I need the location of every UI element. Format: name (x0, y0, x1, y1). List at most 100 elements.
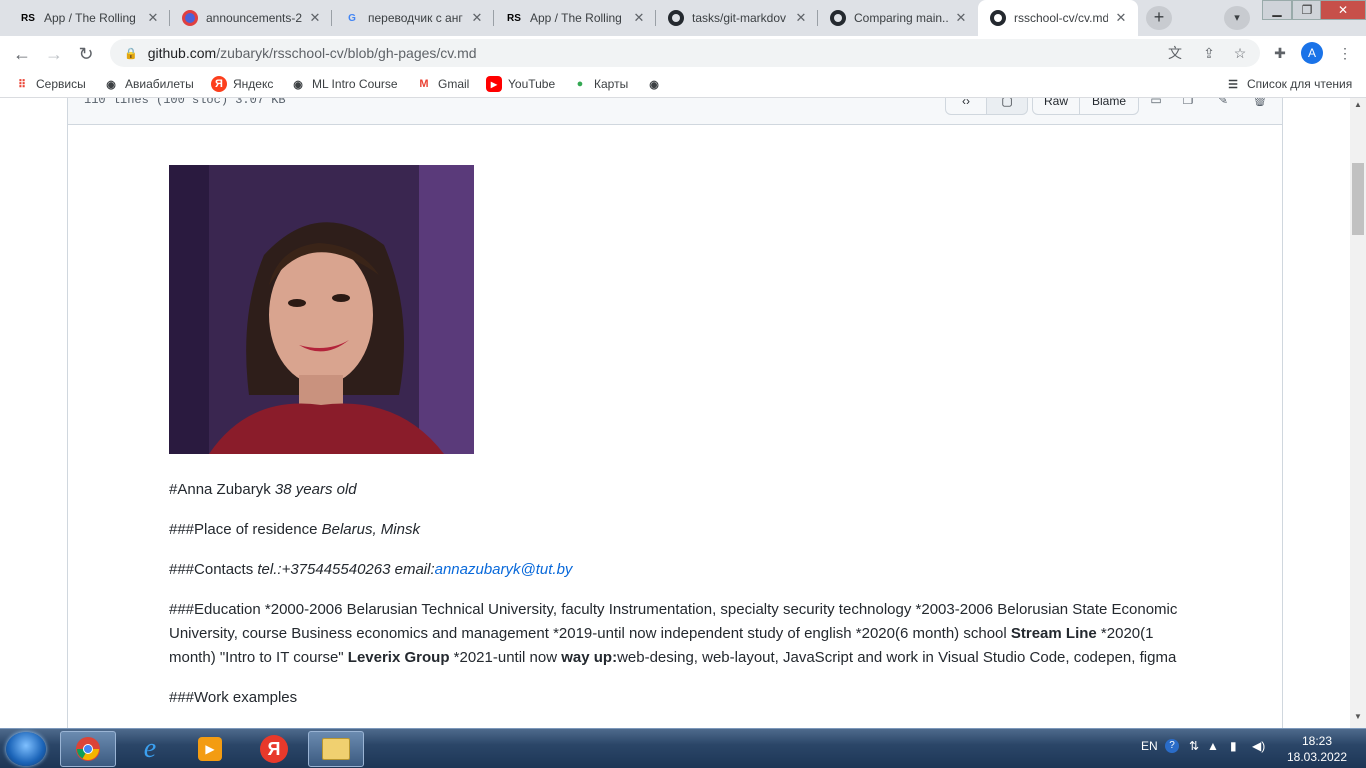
file-header: 110 lines (100 sloc) 3.07 KB ‹› ▢ Raw Bl… (68, 98, 1282, 125)
tab-rs-app-2[interactable]: RS App / The Rolling ✕ (494, 0, 656, 36)
share-icon[interactable]: ⇪ (1200, 44, 1218, 62)
bookmark-label: Яндекс (233, 77, 274, 91)
media-player-icon: ▶ (198, 737, 222, 761)
close-icon[interactable]: ✕ (954, 10, 968, 26)
help-icon[interactable]: ? (1165, 739, 1179, 753)
reading-list[interactable]: ☰ Список для чтения (1225, 70, 1352, 98)
bookmark-youtube[interactable]: ▶ YouTube (486, 70, 555, 98)
folder-icon (322, 738, 350, 760)
tab-strip: RS App / The Rolling ✕ announcements-2 ✕… (0, 0, 1366, 36)
maps-pin-icon: ● (576, 78, 584, 90)
file-info: 110 lines (100 sloc) 3.07 KB (84, 98, 286, 107)
apps-grid-icon: ⠿ (17, 78, 27, 91)
trash-icon[interactable]: 🗑 (1252, 98, 1268, 109)
chrome-icon (76, 737, 100, 761)
bookmark-services[interactable]: ⠿ Сервисы (14, 70, 86, 98)
close-icon[interactable]: ✕ (308, 10, 322, 26)
battery-icon[interactable]: ▮ (1230, 739, 1237, 753)
copy-icon[interactable]: ❐ (1180, 98, 1196, 109)
clock-date: 18.03.2022 (1286, 750, 1348, 764)
raw-button[interactable]: Raw (1032, 98, 1080, 115)
forward-arrow-icon[interactable]: → (40, 40, 68, 68)
tab-title: rsschool-cv/cv.md (1014, 11, 1108, 25)
scroll-down-arrow-icon[interactable]: ▼ (1352, 712, 1364, 726)
network-icon[interactable]: ⇅ (1189, 739, 1199, 753)
system-clock[interactable]: 18:23 18.03.2022 (1282, 733, 1352, 765)
education-text: web-desing, web-layout, JavaScript and w… (617, 649, 1177, 666)
close-icon[interactable]: ✕ (1114, 10, 1128, 26)
scroll-up-arrow-icon[interactable]: ▲ (1352, 100, 1364, 114)
bookmark-yandex[interactable]: Я Яндекс (211, 70, 273, 98)
yandex-taskbar-icon[interactable]: Я (246, 731, 302, 767)
new-tab-button[interactable]: + (1146, 6, 1172, 30)
reload-icon[interactable]: ↻ (72, 40, 100, 68)
menu-kebab-icon[interactable]: ⋮ (1336, 44, 1354, 62)
residence-value: Belarus, Minsk (321, 521, 420, 538)
desktop-icon[interactable]: ▭ (1148, 98, 1164, 109)
bookmark-maps[interactable]: ● Карты (572, 70, 629, 98)
bookmark-label: ML Intro Course (312, 77, 398, 91)
tab-translator[interactable]: G переводчик с анг ✕ (332, 0, 494, 36)
ie-taskbar-icon[interactable]: e (122, 731, 178, 767)
scrollbar-thumb[interactable] (1352, 163, 1364, 235)
minimize-button[interactable]: ▁ (1262, 0, 1292, 20)
show-hidden-icons-arrow[interactable]: ▲ (1207, 739, 1219, 753)
tab-comparing[interactable]: Comparing main... ✕ (818, 0, 978, 36)
lock-icon: 🔒 (124, 47, 138, 60)
bookmark-star-icon[interactable]: ☆ (1231, 44, 1249, 62)
cv-residence-line: ###Place of residence Belarus, Minsk (169, 518, 1179, 542)
clock-time: 18:23 (1301, 734, 1333, 748)
edit-pencil-icon[interactable]: ✎ (1215, 98, 1231, 109)
translate-icon[interactable]: 文 (1166, 44, 1184, 62)
tab-announcements[interactable]: announcements-2 ✕ (170, 0, 332, 36)
reading-list-label: Список для чтения (1247, 77, 1353, 91)
maximize-button[interactable]: ❐ (1292, 0, 1322, 20)
close-icon[interactable]: ✕ (470, 10, 484, 26)
bookmark-ml-intro[interactable]: ◉ ML Intro Course (290, 70, 398, 98)
preview-button[interactable]: ▢ (986, 98, 1028, 115)
portrait-image (169, 165, 474, 454)
explorer-taskbar-icon[interactable] (308, 731, 364, 767)
file-container: 110 lines (100 sloc) 3.07 KB ‹› ▢ Raw Bl… (67, 98, 1283, 728)
cv-age: 38 years old (274, 481, 357, 498)
github-icon (830, 10, 846, 26)
education-company: Leverix Group (347, 649, 450, 666)
education-school: Stream Line (1010, 625, 1097, 642)
blame-button[interactable]: Blame (1079, 98, 1139, 115)
email-link[interactable]: annazubaryk@tut.by (435, 561, 573, 578)
volume-icon[interactable]: ◀) (1252, 739, 1265, 753)
close-icon[interactable]: ✕ (632, 10, 646, 26)
tab-git-markdown[interactable]: tasks/git-markdov ✕ (656, 0, 818, 36)
chrome-taskbar-icon[interactable] (60, 731, 116, 767)
bookmark-gmail[interactable]: M Gmail (416, 70, 469, 98)
window-close-button[interactable]: ✕ (1320, 0, 1366, 20)
media-player-taskbar-icon[interactable]: ▶ (182, 731, 238, 767)
bookmark-aviabilety[interactable]: ◉ Авиабилеты (103, 70, 194, 98)
tab-rs-app-1[interactable]: RS App / The Rolling ✕ (8, 0, 170, 36)
google-icon: G (348, 12, 356, 24)
code-view-button[interactable]: ‹› (945, 98, 987, 115)
language-indicator[interactable]: EN (1141, 739, 1158, 753)
url-host: github.com (147, 45, 217, 61)
start-button[interactable] (6, 732, 46, 766)
tab-cv-active[interactable]: rsschool-cv/cv.md ✕ (978, 0, 1138, 36)
github-icon (990, 10, 1006, 26)
tab-title: announcements-2 (206, 11, 302, 25)
tab-search-icon[interactable]: ▾ (1224, 6, 1250, 30)
address-bar[interactable]: 🔒 github.com/zubaryk/rsschool-cv/blob/gh… (110, 39, 1260, 67)
close-icon[interactable]: ✕ (794, 10, 808, 26)
back-arrow-icon[interactable]: ← (8, 40, 36, 68)
markdown-body: #Anna Zubaryk 38 years old ###Place of r… (169, 165, 1179, 726)
close-icon[interactable]: ✕ (146, 10, 160, 26)
bookmark-globe[interactable]: ◉ (646, 70, 668, 98)
url-path: /zubaryk/rsschool-cv/blob/gh-pages/cv.md (216, 45, 477, 61)
profile-avatar[interactable]: A (1301, 42, 1323, 64)
rs-logo-icon: RS (21, 12, 35, 24)
extensions-puzzle-icon[interactable]: ✚ (1271, 44, 1289, 62)
gmail-icon: M (419, 78, 429, 90)
residence-label: ###Place of residence (169, 521, 322, 538)
tab-title: Comparing main... (854, 11, 948, 25)
globe-icon: ◉ (293, 78, 303, 91)
rs-logo-icon: RS (507, 12, 521, 24)
bookmark-label: YouTube (508, 77, 556, 91)
